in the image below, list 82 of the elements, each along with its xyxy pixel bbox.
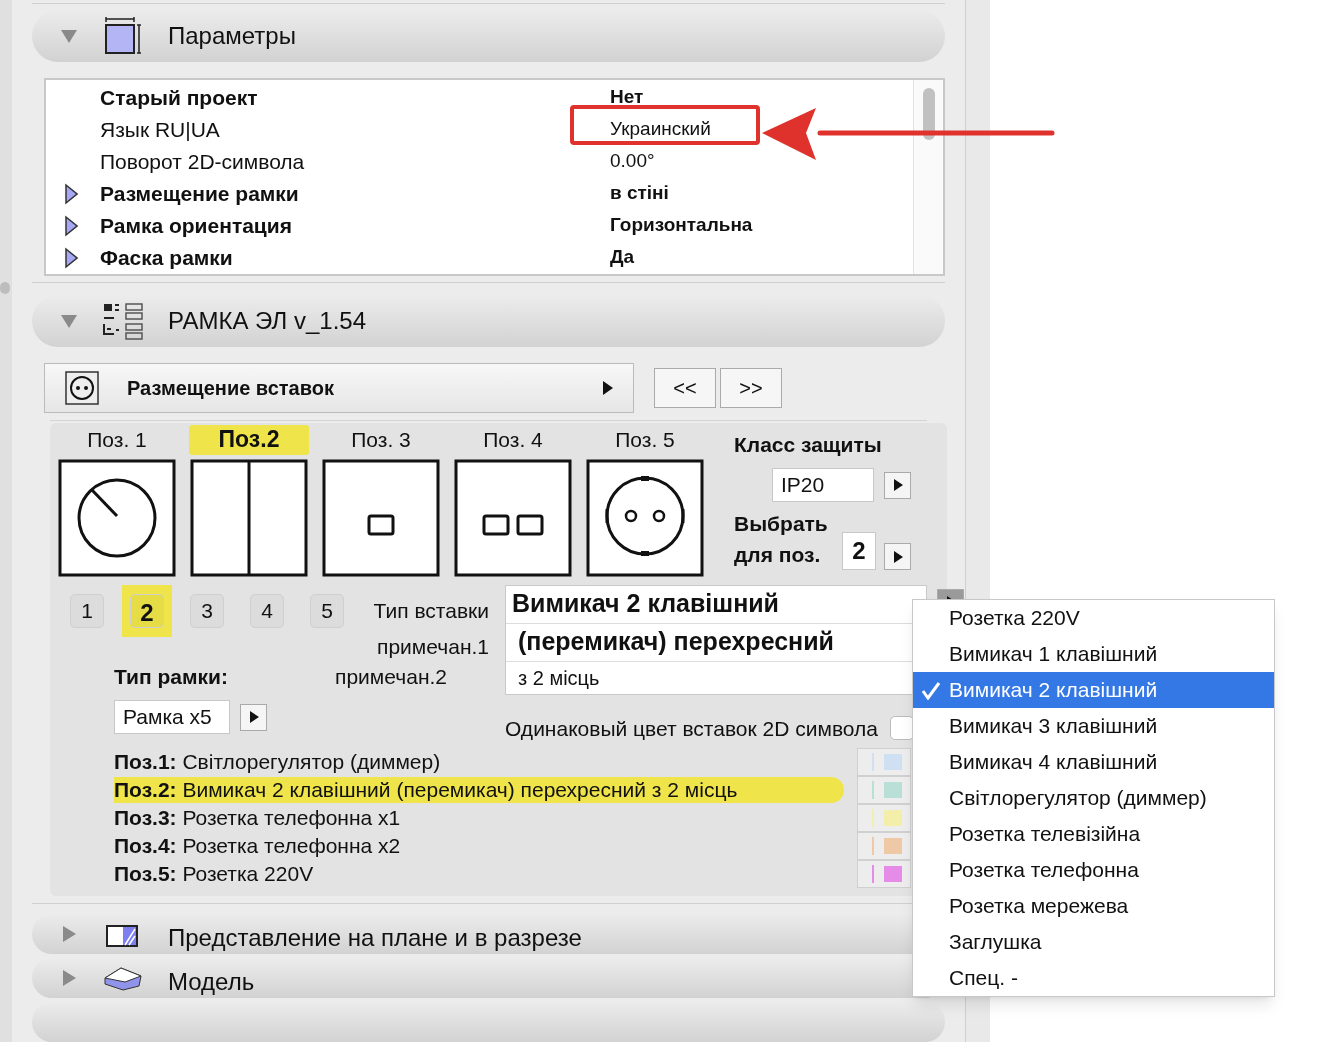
single-square-icon[interactable] bbox=[322, 458, 440, 577]
position-tab[interactable]: Поз. 3 bbox=[321, 424, 441, 455]
arrow-button[interactable] bbox=[240, 703, 267, 731]
menu-item[interactable]: Розетка телефонна bbox=[913, 852, 1274, 888]
insert-type-label: Тип вставки bbox=[373, 597, 489, 624]
color-line bbox=[872, 837, 874, 856]
panel-title: Представление на плане и в разрезе bbox=[168, 926, 582, 950]
play-arrow-icon bbox=[892, 479, 903, 492]
select-for-label: Выбрать для поз. bbox=[734, 511, 829, 569]
position-tab[interactable]: Поз.2 bbox=[188, 424, 310, 455]
note-label: примечан.1 bbox=[377, 633, 489, 660]
disclosure-triangle-icon[interactable] bbox=[60, 925, 78, 943]
nav-button[interactable]: >> bbox=[720, 367, 782, 408]
splitter-handle[interactable] bbox=[0, 282, 10, 294]
menu-item[interactable]: Вимикач 4 клавішний bbox=[913, 744, 1274, 780]
parameter-label: Поворот 2D-символа bbox=[100, 148, 306, 175]
color-swatch[interactable] bbox=[857, 804, 911, 833]
parameter-label: Рамка ориентация bbox=[100, 212, 293, 239]
color-line bbox=[872, 865, 874, 884]
play-arrow-icon bbox=[248, 711, 259, 724]
position-number-field[interactable]: 2 bbox=[842, 532, 876, 571]
same-color-checkbox[interactable] bbox=[889, 716, 914, 741]
parameter-value[interactable]: Да bbox=[610, 246, 635, 268]
parameter-label: Язык RU|UA bbox=[100, 116, 221, 143]
position-number-button[interactable]: 1 bbox=[70, 593, 104, 628]
disclosure-triangle-icon[interactable] bbox=[60, 969, 78, 987]
check-icon bbox=[921, 680, 941, 700]
color-swatch[interactable] bbox=[857, 860, 911, 889]
menu-item[interactable]: Розетка телевізійна bbox=[913, 816, 1274, 852]
expand-triangle-icon[interactable] bbox=[64, 246, 78, 269]
note-label: примечан.2 bbox=[334, 663, 447, 690]
frame-type-field[interactable]: Рамка x5 bbox=[114, 700, 230, 735]
position-number-button[interactable]: 4 bbox=[250, 593, 284, 628]
arrow-button[interactable] bbox=[884, 543, 911, 571]
two-key-switch-icon[interactable] bbox=[190, 458, 308, 577]
position-tab[interactable]: Поз. 1 bbox=[57, 424, 177, 455]
color-swatch[interactable] bbox=[857, 832, 911, 861]
position-summary: Поз.3: Розетка телефонна x1 bbox=[114, 805, 402, 832]
expand-triangle-icon[interactable] bbox=[64, 214, 78, 237]
frame-type-label: Тип рамки: bbox=[114, 663, 229, 690]
slab-3d-icon bbox=[103, 964, 143, 992]
double-square-icon[interactable] bbox=[454, 458, 572, 577]
play-arrow-icon bbox=[892, 550, 903, 563]
parameter-value[interactable]: 0.00° bbox=[610, 150, 655, 172]
parameter-value[interactable]: в стіні bbox=[610, 182, 669, 204]
position-summary: Поз.5: Розетка 220V bbox=[114, 861, 315, 888]
parameter-label: Старый проект bbox=[100, 84, 259, 111]
parameter-value[interactable]: Украинский bbox=[610, 118, 711, 140]
position-summary: Поз.1: Світлорегулятор (диммер) bbox=[114, 749, 442, 776]
menu-item[interactable]: Вимикач 3 клавішний bbox=[913, 708, 1274, 744]
dimmer-symbol-icon[interactable] bbox=[58, 458, 176, 577]
parameter-label: Фаска рамки bbox=[100, 244, 234, 271]
panel-title: Параметры bbox=[168, 20, 296, 51]
arrow-button[interactable] bbox=[884, 471, 911, 499]
panel-title: РАМКА ЭЛ v_1.54 bbox=[168, 305, 366, 336]
menu-item[interactable]: Світлорегулятор (диммер) bbox=[913, 780, 1274, 816]
menu-item[interactable]: Вимикач 2 клавішний bbox=[913, 672, 1274, 708]
protection-field[interactable]: IP20 bbox=[772, 468, 874, 503]
socket-icon bbox=[65, 370, 99, 405]
parameter-value[interactable]: Горизонтальна bbox=[610, 214, 753, 236]
frame-dimension-icon bbox=[102, 14, 144, 57]
expand-triangle-icon[interactable] bbox=[64, 182, 78, 205]
same-color-label: Одинаковый цвет вставок 2D символа bbox=[505, 715, 878, 742]
color-swatch[interactable] bbox=[857, 748, 911, 777]
position-number-button[interactable]: 3 bbox=[190, 593, 224, 628]
socket-symbol-icon[interactable] bbox=[586, 458, 704, 577]
nav-button[interactable]: << bbox=[654, 367, 716, 408]
panel-title: Модель bbox=[168, 970, 255, 994]
color-swatch[interactable] bbox=[857, 776, 911, 805]
position-summary: Поз.4: Розетка телефонна x2 bbox=[114, 833, 402, 860]
position-number-button[interactable]: 2 bbox=[130, 593, 164, 628]
play-arrow-icon bbox=[603, 380, 613, 395]
position-summary: Поз.2: Вимикач 2 клавішний (перемикач) перехресний з 2 місць bbox=[114, 777, 844, 804]
position-tab[interactable]: Поз. 4 bbox=[453, 424, 573, 455]
position-number-button[interactable]: 5 bbox=[310, 593, 344, 628]
parameter-label: Размещение рамки bbox=[100, 180, 300, 207]
color-line bbox=[872, 809, 874, 828]
page-selector[interactable]: Размещение вставок bbox=[44, 362, 634, 413]
position-tab[interactable]: Поз. 5 bbox=[585, 424, 705, 455]
protection-label: Класс защиты bbox=[734, 431, 883, 458]
color-line bbox=[872, 781, 874, 800]
parameter-value[interactable]: Нет bbox=[610, 86, 644, 108]
